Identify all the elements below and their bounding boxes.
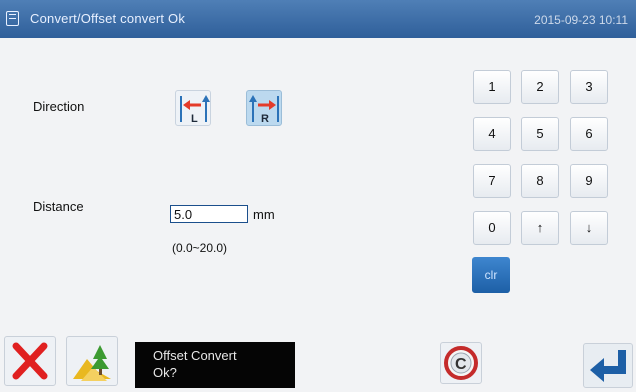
enter-icon [590, 350, 626, 382]
enter-button[interactable] [583, 343, 633, 388]
svg-text:R: R [261, 113, 269, 125]
distance-unit: mm [253, 207, 275, 222]
direction-label: Direction [33, 99, 85, 114]
key-8[interactable]: 8 [521, 164, 559, 198]
landscape-icon [73, 345, 111, 381]
close-icon [12, 342, 48, 380]
direction-right-button[interactable]: R [246, 90, 282, 126]
message-line-2: Ok? [153, 365, 177, 380]
svg-text:C: C [455, 356, 467, 373]
key-0[interactable]: 0 [473, 211, 511, 245]
key-2[interactable]: 2 [521, 70, 559, 104]
pattern-image-button[interactable] [66, 336, 118, 386]
key-6[interactable]: 6 [570, 117, 608, 151]
key-4[interactable]: 4 [473, 117, 511, 151]
title-bar: Convert/Offset convert Ok 2015-09-23 10:… [0, 0, 636, 38]
clear-button[interactable]: clr [472, 257, 510, 293]
c-icon: C [444, 346, 478, 380]
direction-right-icon: R [249, 95, 279, 125]
distance-input[interactable]: 5.0 [170, 205, 248, 223]
message-box: Offset Convert Ok? [135, 342, 295, 388]
cancel-button[interactable] [4, 336, 56, 386]
window-icon [6, 11, 19, 26]
direction-left-button[interactable]: L [175, 90, 211, 126]
distance-label: Distance [33, 199, 84, 214]
window-title: Convert/Offset convert Ok [30, 11, 186, 26]
key-up[interactable]: ↑ [521, 211, 559, 245]
key-down[interactable]: ↓ [570, 211, 608, 245]
direction-left-icon: L [180, 95, 210, 125]
key-9[interactable]: 9 [570, 164, 608, 198]
key-3[interactable]: 3 [570, 70, 608, 104]
datetime-display: 2015-09-23 10:11 [534, 13, 628, 27]
distance-range: (0.0~20.0) [172, 241, 228, 255]
key-5[interactable]: 5 [521, 117, 559, 151]
c-button[interactable]: C [440, 342, 482, 384]
key-7[interactable]: 7 [473, 164, 511, 198]
svg-text:L: L [191, 113, 198, 125]
key-1[interactable]: 1 [473, 70, 511, 104]
message-line-1: Offset Convert [153, 348, 237, 363]
